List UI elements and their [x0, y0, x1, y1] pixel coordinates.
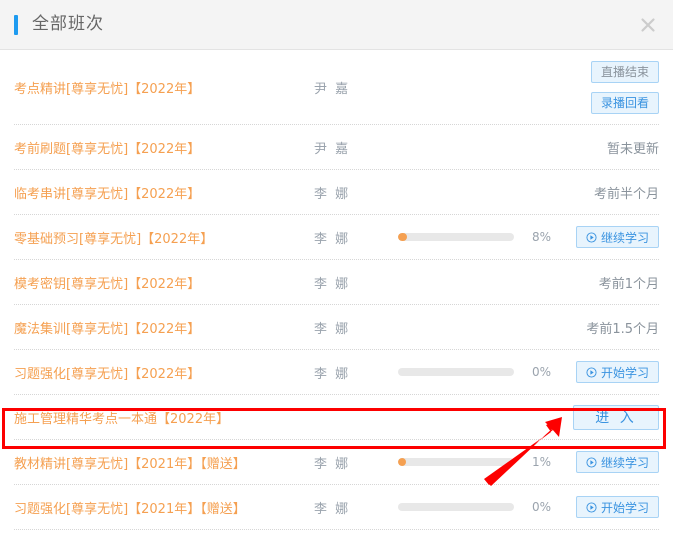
close-button[interactable]	[635, 12, 661, 38]
page-title: 全部班次	[32, 14, 104, 34]
action-cell: 继续学习	[559, 226, 659, 248]
class-list: 考点精讲[尊享无忧]【2022年】尹 嘉直播结束 录播回看 考前刷题[尊享无忧]【2…	[0, 50, 673, 530]
course-name[interactable]: 施工管理精华考点一本通【2022年】	[14, 408, 314, 427]
course-name[interactable]: 考前刷题[尊享无忧]【2022年】	[14, 138, 314, 157]
action-button[interactable]: 继续学习	[575, 451, 659, 473]
progress-bar: 0%	[398, 500, 551, 514]
action-button[interactable]: 录播回看	[590, 91, 659, 114]
progress-percent: 0%	[531, 365, 551, 379]
course-name[interactable]: 习题强化[尊享无忧]【2022年】	[14, 363, 314, 382]
action-button-label: 进 入	[595, 410, 637, 426]
status-badge: 暂未更新	[606, 141, 659, 157]
progress-track	[398, 368, 514, 376]
action-button[interactable]: 开始学习	[575, 361, 659, 383]
course-name[interactable]: 临考串讲[尊享无忧]【2022年】	[14, 183, 314, 202]
dialog-header: 全部班次	[0, 0, 673, 50]
action-cell: 开始学习	[559, 361, 659, 383]
action-button[interactable]: 开始学习	[575, 496, 659, 518]
play-circle-icon	[586, 456, 597, 468]
progress-bar: 0%	[398, 365, 551, 379]
action-cell: 进 入	[559, 404, 659, 430]
teacher-name: 李 娜	[314, 276, 351, 292]
progress-percent: 8%	[531, 230, 551, 244]
teacher-name: 李 娜	[314, 501, 351, 517]
action-button[interactable]: 继续学习	[575, 226, 659, 248]
progress-bar: 8%	[398, 230, 551, 244]
close-icon	[641, 17, 655, 32]
progress-track	[398, 233, 514, 241]
status-badge: 考前1.5个月	[586, 321, 659, 337]
action-button-label: 继续学习	[600, 230, 649, 245]
action-cell: 考前1个月	[559, 273, 659, 292]
action-cell: 暂未更新	[559, 138, 659, 157]
course-name[interactable]: 魔法集训[尊享无忧]【2022年】	[14, 318, 314, 337]
course-name[interactable]: 考点精讲[尊享无忧]【2022年】	[14, 78, 314, 97]
progress-track	[398, 458, 514, 466]
action-cell: 考前1.5个月	[559, 318, 659, 337]
teacher-name: 李 娜	[314, 321, 351, 337]
table-row: 零基础预习[尊享无忧]【2022年】李 娜 8% 继续学习	[14, 215, 659, 260]
action-cell: 继续学习	[559, 451, 659, 473]
progress-fill	[398, 233, 408, 241]
progress-cell: 0%	[398, 365, 559, 379]
play-circle-icon	[586, 366, 597, 378]
status-badge: 考前半个月	[593, 186, 659, 202]
progress-track	[398, 503, 514, 511]
table-row: 魔法集训[尊享无忧]【2022年】李 娜 考前1.5个月	[14, 305, 659, 350]
teacher-name: 李 娜	[314, 456, 351, 472]
course-name[interactable]: 教材精讲[尊享无忧]【2021年】【赠送】	[14, 453, 314, 472]
all-classes-dialog: 全部班次 考点精讲[尊享无忧]【2022年】尹 嘉直播结束 录播回看 考前刷题[尊享…	[0, 0, 673, 550]
action-button-label: 开始学习	[600, 500, 649, 515]
title-accent-bar	[14, 14, 18, 35]
progress-cell: 1%	[398, 455, 559, 469]
course-name[interactable]: 习题强化[尊享无忧]【2021年】【赠送】	[14, 498, 314, 517]
progress-cell: 0%	[398, 500, 559, 514]
table-row: 习题强化[尊享无忧]【2022年】李 娜 0% 开始学习	[14, 350, 659, 395]
table-row: 模考密钥[尊享无忧]【2022年】李 娜 考前1个月	[14, 260, 659, 305]
action-button[interactable]: 进 入	[573, 404, 659, 430]
action-cell: 考前半个月	[559, 183, 659, 202]
action-cell: 直播结束 录播回看	[559, 60, 659, 114]
play-circle-icon	[586, 231, 597, 243]
action-cell: 开始学习	[559, 496, 659, 518]
action-button-label: 录播回看	[600, 96, 649, 110]
teacher-name: 李 娜	[314, 186, 351, 202]
progress-percent: 0%	[531, 500, 551, 514]
progress-percent: 1%	[531, 455, 551, 469]
action-button[interactable]: 直播结束	[590, 60, 659, 83]
action-button-label: 直播结束	[600, 65, 649, 79]
progress-cell: 8%	[398, 230, 559, 244]
table-row: 考点精讲[尊享无忧]【2022年】尹 嘉 直播结束录播回看	[14, 50, 659, 125]
status-badge: 考前1个月	[598, 276, 659, 292]
action-button-label: 开始学习	[600, 365, 649, 380]
teacher-name: 尹 嘉	[314, 141, 351, 157]
progress-bar: 1%	[398, 455, 551, 469]
play-circle-icon	[586, 501, 597, 513]
teacher-name: 尹 嘉	[314, 81, 351, 97]
table-row: 教材精讲[尊享无忧]【2021年】【赠送】李 娜 1% 继续学习	[14, 440, 659, 485]
table-row: 施工管理精华考点一本通【2022年】 进 入	[14, 395, 659, 440]
table-row: 习题强化[尊享无忧]【2021年】【赠送】李 娜 0% 开始学习	[14, 485, 659, 530]
action-button-label: 继续学习	[600, 455, 649, 470]
course-name[interactable]: 模考密钥[尊享无忧]【2022年】	[14, 273, 314, 292]
table-row: 考前刷题[尊享无忧]【2022年】尹 嘉 暂未更新	[14, 125, 659, 170]
course-name[interactable]: 零基础预习[尊享无忧]【2022年】	[14, 228, 314, 247]
table-row: 临考串讲[尊享无忧]【2022年】李 娜 考前半个月	[14, 170, 659, 215]
teacher-name: 李 娜	[314, 366, 351, 382]
progress-fill	[398, 458, 407, 466]
teacher-name: 李 娜	[314, 231, 351, 247]
